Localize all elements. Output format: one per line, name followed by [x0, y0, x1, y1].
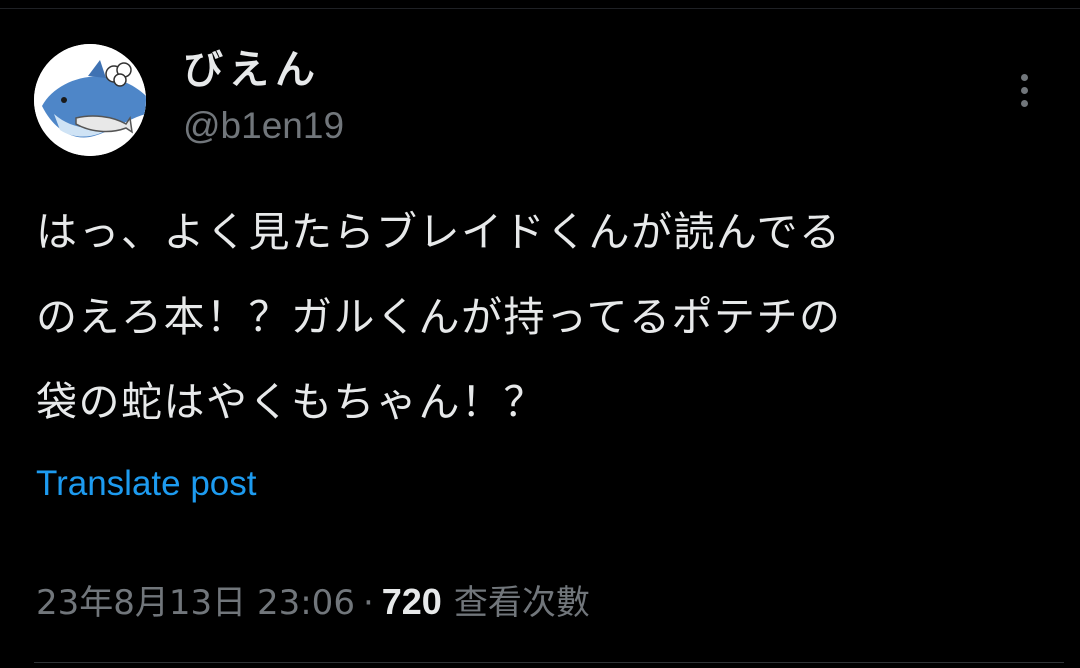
post-text-line: 袋の蛇はやくもちゃん！？	[36, 378, 546, 426]
views-count: 720	[381, 581, 442, 622]
more-options-button[interactable]	[1004, 66, 1044, 114]
display-name[interactable]: びえん	[183, 46, 321, 94]
translate-post-link[interactable]: Translate post	[36, 462, 256, 506]
post-meta: 23年8月13日 23:06 · 720 查看次數	[36, 578, 590, 627]
more-vertical-icon	[1020, 73, 1028, 81]
meta-separator: ·	[362, 583, 374, 623]
user-handle[interactable]: @b1en19	[183, 104, 344, 148]
post-timestamp[interactable]: 23年8月13日 23:06	[36, 579, 355, 627]
bottom-divider	[34, 662, 1064, 663]
post-text-line: はっ、よく見たらブレイドくんが読んでる	[36, 208, 842, 256]
more-vertical-icon	[1020, 99, 1028, 107]
post-text-line: のえろ本！？ガルくんが持ってるポテチの	[36, 293, 842, 341]
avatar[interactable]	[34, 44, 146, 156]
shark-icon	[34, 44, 146, 156]
top-divider	[0, 0, 1080, 9]
post-card: びえん @b1en19 はっ、よく見たらブレイドくんが読んでる のえろ本！？ガル…	[0, 0, 1080, 668]
post-text: はっ、よく見たらブレイドくんが読んでる のえろ本！？ガルくんが持ってるポテチの …	[36, 190, 1056, 445]
views-label: 查看次數	[453, 583, 590, 623]
more-vertical-icon	[1020, 86, 1028, 94]
